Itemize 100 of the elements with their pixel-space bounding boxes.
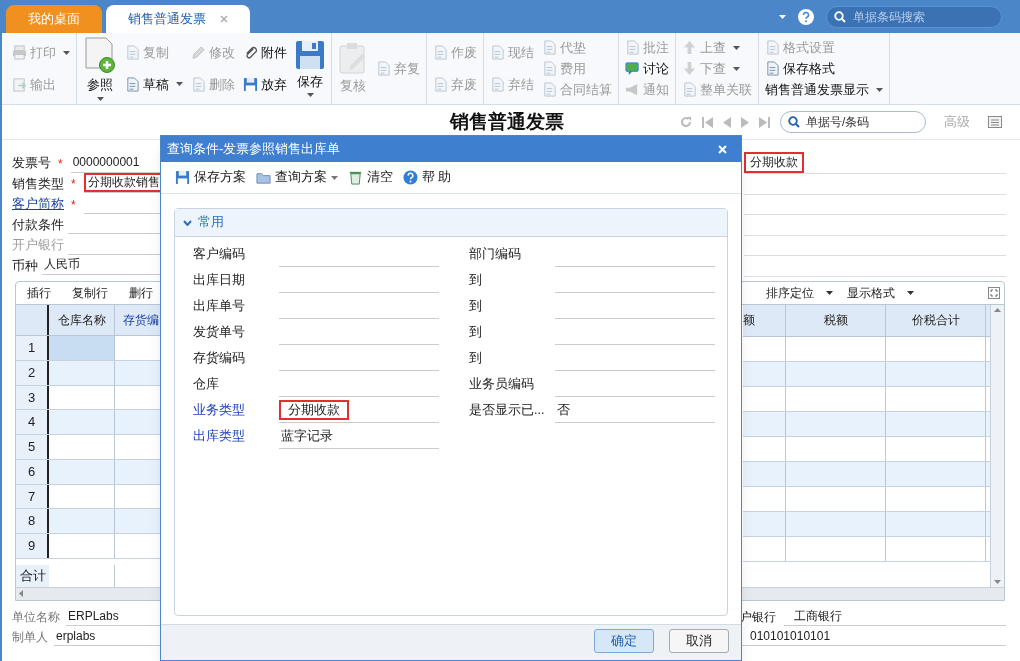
field-label: 存货编码 — [193, 349, 246, 367]
document-icon — [433, 45, 448, 61]
column-header: 税额 — [786, 304, 886, 336]
required-mark: * — [71, 176, 76, 193]
search-field[interactable]: 单据号/条码 — [780, 111, 926, 133]
list-view-icon — [988, 116, 1002, 128]
field-label: 付款条件 — [12, 215, 64, 234]
document-icon — [765, 61, 780, 76]
field-label: 客户简称 — [12, 195, 64, 213]
input-field[interactable]: 分期收款 — [279, 397, 439, 423]
required-mark: * — [58, 155, 63, 173]
pencil-icon — [191, 45, 206, 61]
section-header[interactable]: 常用 — [175, 209, 727, 237]
required-mark: * — [71, 196, 76, 214]
chevron-down-icon — [183, 219, 192, 226]
refresh-icon — [680, 116, 692, 128]
row-number: 9 — [27, 537, 36, 556]
search-field[interactable]: 单据条码搜索 — [826, 5, 1002, 28]
caret-icon — [907, 290, 914, 295]
row-number: 2 — [27, 364, 36, 382]
row-number: 6 — [27, 462, 36, 481]
input-field[interactable]: 蓝字记录 — [279, 423, 439, 449]
field-label: 制单人 — [12, 628, 48, 646]
table-cell[interactable] — [49, 336, 115, 360]
scroll-up-icon[interactable] — [994, 307, 1001, 312]
dialog-title: 查询条件-发票参照销售出库单 — [167, 140, 341, 159]
row-number: 1 — [27, 339, 36, 358]
grid-action[interactable]: 复制行 — [62, 283, 118, 302]
field-label: 发货单号 — [193, 323, 246, 341]
row-number: 8 — [27, 512, 36, 531]
field-label: 单位名称 — [12, 608, 60, 626]
document-icon — [490, 76, 505, 92]
document-icon — [376, 61, 391, 76]
toolbar-button[interactable]: 草稿 — [125, 74, 183, 94]
field-label: 是否显示已... — [469, 401, 546, 419]
grid-action[interactable]: 排序定位 — [766, 283, 833, 302]
paperclip-icon — [243, 45, 258, 61]
toolbar-button[interactable]: 保存 — [295, 39, 325, 98]
megaphone-icon — [625, 82, 640, 97]
export-icon — [12, 76, 27, 92]
document-icon — [542, 82, 557, 97]
next-record-icon — [741, 116, 749, 128]
input-field[interactable]: 分期收款 — [744, 152, 1006, 174]
fullscreen-icon — [988, 286, 1000, 299]
dialog-button[interactable]: 确定 — [594, 629, 654, 653]
help-icon — [403, 170, 418, 185]
field-label: 业务员编码 — [469, 375, 535, 393]
scroll-left-icon[interactable] — [19, 590, 23, 597]
row-number: 5 — [27, 438, 36, 457]
tab[interactable]: 销售普通发票 — [106, 5, 250, 33]
last-record-icon — [759, 116, 770, 128]
row-number: 7 — [27, 487, 36, 506]
printer-icon — [12, 45, 27, 61]
document-icon — [433, 76, 448, 92]
dialog-button[interactable]: 取消 — [669, 629, 729, 653]
row-number: 3 — [27, 388, 36, 407]
toolbar-button[interactable]: 附件 — [243, 43, 287, 63]
toolbar-button[interactable]: 保存格式 — [765, 58, 883, 79]
column-header: 仓库名称 — [49, 304, 115, 336]
scroll-down-icon[interactable] — [994, 579, 1001, 584]
toolbar-button[interactable]: 保存方案 — [175, 168, 246, 187]
document-icon — [125, 45, 140, 61]
toolbar-button[interactable]: 放弃 — [243, 74, 287, 94]
field-label: 仓库 — [193, 375, 220, 393]
toolbar-button[interactable]: 查询方案 — [256, 168, 338, 187]
document-icon — [625, 40, 640, 55]
toolbar-button[interactable]: 帮 助 — [403, 168, 452, 187]
row-number: 4 — [27, 413, 36, 432]
field-label: 出库类型 — [193, 427, 246, 445]
help-icon — [798, 8, 814, 25]
toolbar-button[interactable]: 讨论 — [625, 58, 669, 79]
toolbar-button[interactable]: 参照 — [83, 37, 117, 101]
grid-action[interactable]: 插行 — [17, 283, 61, 302]
input-field[interactable]: 否 — [555, 397, 715, 423]
document-add-icon — [83, 37, 117, 73]
grid-action[interactable]: 删行 — [119, 283, 163, 302]
field-label: 开户银行 — [12, 236, 64, 254]
first-record-icon — [702, 116, 713, 128]
page-title: 销售普通发票 — [450, 109, 564, 134]
clipboard-icon — [338, 41, 368, 74]
field-label: 业务类型 — [193, 401, 246, 419]
column-header: 价税合计 — [886, 304, 986, 336]
previous-record-icon — [723, 116, 731, 128]
scrollbar[interactable] — [990, 304, 1004, 587]
toolbar-button[interactable]: 清空 — [348, 168, 393, 187]
grid-action[interactable]: 显示格式 — [847, 283, 914, 302]
document-icon — [191, 76, 206, 92]
input-field[interactable]: 工商银行 — [784, 606, 1006, 626]
field-label: 币种 — [12, 256, 38, 275]
caret-icon — [826, 290, 833, 295]
trash-icon — [348, 170, 363, 185]
toolbar-button[interactable]: 销售普通发票显示 — [765, 79, 883, 100]
document-icon — [765, 40, 780, 55]
arrow-up-icon — [682, 40, 697, 55]
document-icon — [125, 76, 140, 92]
search-icon — [788, 116, 800, 128]
field-label: 发票号 — [12, 154, 51, 172]
close-icon[interactable] — [220, 15, 228, 23]
document-icon — [682, 82, 697, 97]
field-label: 到 — [469, 323, 483, 341]
